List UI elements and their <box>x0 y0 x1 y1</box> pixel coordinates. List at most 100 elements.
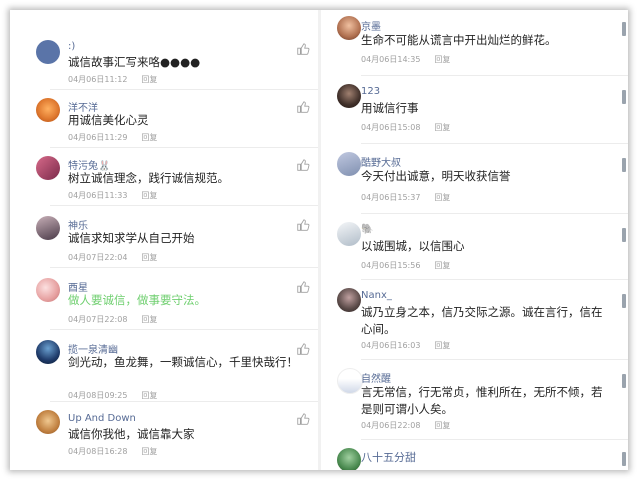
comment-item: :) 诚信故事汇写来咯●●●● 04月06日11:12 回复 <box>10 32 318 90</box>
comment-meta: 04月06日11:29 回复 <box>68 132 157 143</box>
comment-item: Up And Down 诚信你我他，诚信靠大家 04月08日16:28 回复 <box>10 402 318 470</box>
reply-link[interactable]: 回复 <box>141 315 157 324</box>
reply-link[interactable]: 回复 <box>434 261 450 270</box>
comment-date: 04月07日22:04 <box>68 253 128 262</box>
reply-link[interactable]: 回复 <box>434 55 450 64</box>
comment-author[interactable]: 八十五分甜 <box>361 449 416 465</box>
comment-author[interactable]: Nanx_ <box>361 290 392 301</box>
comment-date: 04月06日11:12 <box>68 75 128 84</box>
comment-meta: 04月06日11:12 回复 <box>68 74 157 85</box>
thumbs-up-icon[interactable] <box>296 100 310 114</box>
thumbs-up-icon[interactable] <box>296 218 310 232</box>
comment-date: 04月06日11:33 <box>68 191 128 200</box>
reply-link[interactable]: 回复 <box>434 123 450 132</box>
avatar[interactable] <box>337 152 361 176</box>
thumbs-up-icon[interactable] <box>622 90 626 104</box>
comment-item: 京墨 生命不可能从谎言中开出灿烂的鲜花。 04月06日14:35 回复 <box>321 10 628 76</box>
comment-text: 言无常信，行无常贞，惟利所在，无所不倾，若是则可谓小人矣。 <box>361 385 603 416</box>
comment-meta: 04月06日11:33 回复 <box>68 190 157 201</box>
comment-item: 八十五分甜 <box>321 440 628 470</box>
comment-author[interactable]: Up And Down <box>68 413 136 424</box>
thumbs-up-icon[interactable] <box>622 452 626 466</box>
thumbs-up-icon[interactable] <box>622 22 626 36</box>
reply-link[interactable]: 回复 <box>434 421 450 430</box>
comment-meta: 04月07日22:08 回复 <box>68 314 157 325</box>
reply-link[interactable]: 回复 <box>141 75 157 84</box>
avatar[interactable] <box>36 410 60 434</box>
thumbs-up-icon[interactable] <box>622 374 626 388</box>
comment-meta: 04月08日09:25 回复 <box>68 390 157 401</box>
comment-text: 诚信求知求学从自己开始 <box>68 231 195 245</box>
comment-text: 今天付出诚意，明天收获信誉 <box>361 169 511 183</box>
reply-link[interactable]: 回复 <box>141 191 157 200</box>
comment-item: 揽一泉清幽 剑光动，鱼龙舞，一颗诚信心，千里快哉行！ 04月08日09:25 回复 <box>10 330 318 402</box>
comment-meta: 04月06日15:08 回复 <box>361 122 450 133</box>
reply-link[interactable]: 回复 <box>141 133 157 142</box>
comment-meta: 04月06日15:37 回复 <box>361 192 450 203</box>
reply-link[interactable]: 回复 <box>141 253 157 262</box>
comment-meta: 04月06日22:08 回复 <box>361 420 450 431</box>
comment-author[interactable]: 🐘 <box>361 224 373 235</box>
comment-item: 洋不洋 用诚信美化心灵 04月06日11:29 回复 <box>10 90 318 148</box>
thumbs-up-icon[interactable] <box>296 158 310 172</box>
avatar[interactable] <box>36 98 60 122</box>
comment-item: 🐘 以诚围城，以信围心 04月06日15:56 回复 <box>321 214 628 280</box>
thumbs-up-icon[interactable] <box>296 412 310 426</box>
comment-text: 用诚信行事 <box>361 101 419 115</box>
comment-date: 04月07日22:08 <box>68 315 128 324</box>
reply-link[interactable]: 回复 <box>141 447 157 456</box>
reply-link[interactable]: 回复 <box>141 391 157 400</box>
comment-text: 用诚信美化心灵 <box>68 113 149 127</box>
comment-text: 诚信故事汇写来咯●●●● <box>68 55 201 69</box>
comment-date: 04月08日09:25 <box>68 391 128 400</box>
comment-meta: 04月06日14:35 回复 <box>361 54 450 65</box>
comment-text: 以诚围城，以信围心 <box>361 239 465 253</box>
reply-link[interactable]: 回复 <box>434 341 450 350</box>
avatar[interactable] <box>36 340 60 364</box>
comment-date: 04月06日22:08 <box>361 421 421 430</box>
comment-meta: 04月07日22:04 回复 <box>68 252 157 263</box>
right-comment-column: 京墨 生命不可能从谎言中开出灿烂的鲜花。 04月06日14:35 回复 123 用… <box>321 10 628 470</box>
comment-item: Nanx_ 诚乃立身之本，信乃交际之源。诚在言行，信在心间。 04月06日16:… <box>321 280 628 360</box>
comment-author[interactable]: 自然醒 <box>361 370 391 385</box>
left-comment-column: :) 诚信故事汇写来咯●●●● 04月06日11:12 回复 洋不洋 用诚信美化心… <box>10 10 318 470</box>
thumbs-up-icon[interactable] <box>296 280 310 294</box>
thumbs-up-icon[interactable] <box>296 342 310 356</box>
avatar[interactable] <box>36 156 60 180</box>
comment-meta: 04月06日16:03 回复 <box>361 340 450 351</box>
avatar[interactable] <box>337 288 361 312</box>
comment-text: 诚乃立身之本，信乃交际之源。诚在言行，信在心间。 <box>361 305 603 336</box>
avatar[interactable] <box>337 368 363 394</box>
comment-text: 诚信你我他，诚信靠大家 <box>68 427 195 441</box>
avatar[interactable] <box>337 16 361 40</box>
comment-text: 做人要诚信，做事要守法。 <box>68 293 206 307</box>
thumbs-up-icon[interactable] <box>622 158 626 172</box>
comment-date: 04月06日11:29 <box>68 133 128 142</box>
comment-date: 04月06日14:35 <box>361 55 421 64</box>
comment-item: 神乐 诚信求知求学从自己开始 04月07日22:04 回复 <box>10 206 318 268</box>
comment-text: 剑光动，鱼龙舞，一颗诚信心，千里快哉行！ <box>68 355 298 369</box>
comment-item: 酷野大叔 今天付出诚意，明天收获信誉 04月06日15:37 回复 <box>321 144 628 214</box>
comment-item: 酉星 做人要诚信，做事要守法。 04月07日22:08 回复 <box>10 268 318 330</box>
comment-author[interactable]: :) <box>68 41 75 52</box>
avatar[interactable] <box>337 222 361 246</box>
comment-text: 树立诚信理念，践行诚信规范。 <box>68 171 229 185</box>
thumbs-up-icon[interactable] <box>622 228 626 242</box>
comment-author[interactable]: 酷野大叔 <box>361 154 401 169</box>
avatar[interactable] <box>337 448 361 470</box>
comment-item: 123 用诚信行事 04月06日15:08 回复 <box>321 76 628 144</box>
thumbs-up-icon[interactable] <box>622 294 626 308</box>
comment-author[interactable]: 京墨 <box>361 18 381 33</box>
avatar[interactable] <box>36 278 60 302</box>
avatar[interactable] <box>36 40 60 64</box>
avatar[interactable] <box>337 84 361 108</box>
comment-date: 04月06日15:08 <box>361 123 421 132</box>
comment-text: 生命不可能从谎言中开出灿烂的鲜花。 <box>361 33 557 47</box>
comment-meta: 04月06日15:56 回复 <box>361 260 450 271</box>
reply-link[interactable]: 回复 <box>434 193 450 202</box>
comment-author[interactable]: 123 <box>361 86 380 97</box>
comment-date: 04月06日16:03 <box>361 341 421 350</box>
thumbs-up-icon[interactable] <box>296 42 310 56</box>
comment-item: 自然醒 言无常信，行无常贞，惟利所在，无所不倾，若是则可谓小人矣。 04月06日… <box>321 360 628 440</box>
avatar[interactable] <box>36 216 60 240</box>
